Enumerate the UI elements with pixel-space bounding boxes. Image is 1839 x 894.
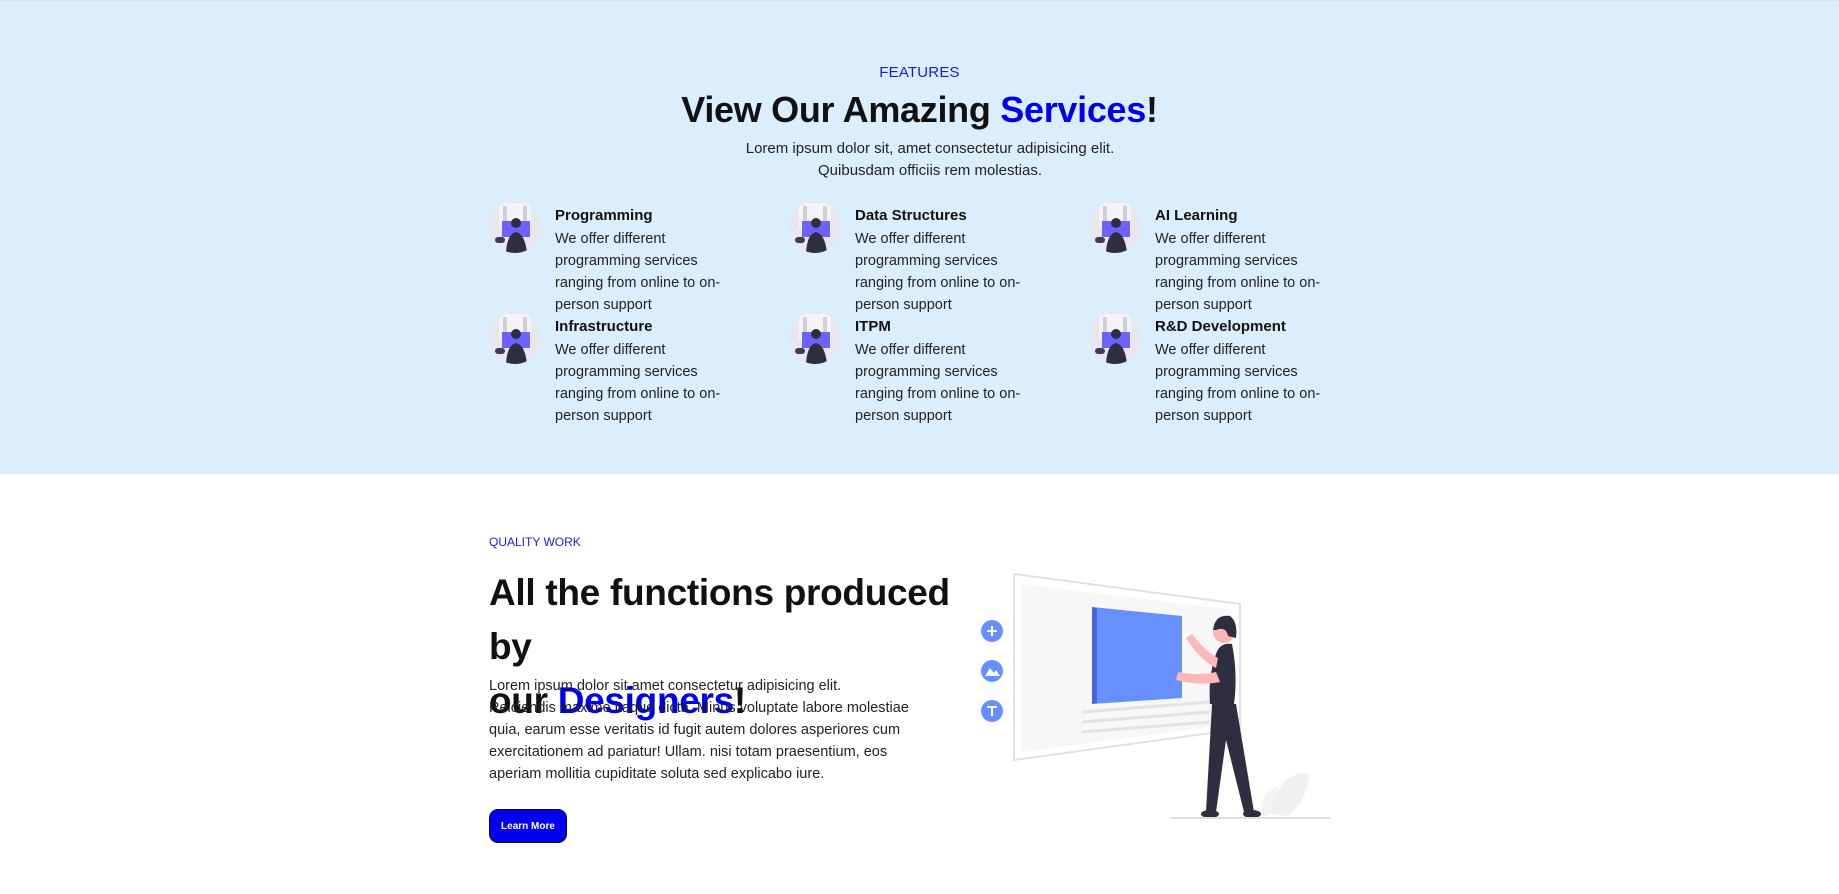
quality-eyebrow: QUALITY WORK [489,535,581,549]
learn-more-button[interactable]: Learn More [489,809,567,843]
features-title-prefix: View Our Amazing [681,89,1001,130]
service-thumbnail-icon [789,312,841,364]
plus-icon [981,620,1003,642]
features-title-accent: Services [1000,89,1146,130]
quality-title-line1: All the functions produced by [489,572,950,667]
features-title: View Our Amazing Services! [0,89,1839,131]
service-description: We offer different programming services … [1155,342,1321,424]
service-thumbnail-icon [789,201,841,253]
service-description: We offer different programming services … [1155,231,1321,313]
service-card-programming: Programming We offer different programmi… [489,201,779,313]
service-title: ITPM [855,318,891,335]
service-card-rnd-development: R&D Development We offer different progr… [1089,312,1379,424]
quality-paragraph-2: Reiciendis maxime itaque dicta. Minus vo… [489,700,909,782]
features-section: FEATURES View Our Amazing Services! Lore… [0,0,1839,474]
service-title: Programming [555,207,653,224]
designer-illustration [970,564,1340,864]
service-description: We offer different programming services … [555,231,721,313]
features-eyebrow: FEATURES [879,64,960,81]
service-thumbnail-icon [489,201,541,253]
features-subtitle-line1: Lorem ipsum dolor sit, amet consectetur … [745,140,1115,157]
service-card-itpm: ITPM We offer different programming serv… [789,312,1079,424]
service-title: Infrastructure [555,318,653,335]
features-subtitle-line2: Quibusdam officiis rem molestias. [818,162,1042,179]
service-card-data-structures: Data Structures We offer different progr… [789,201,1079,313]
service-thumbnail-icon [489,312,541,364]
service-thumbnail-icon [1089,201,1141,253]
features-subtitle: Lorem ipsum dolor sit, amet consectetur … [700,138,1160,182]
service-description: We offer different programming services … [855,231,1021,313]
text-icon [981,700,1003,722]
image-icon [981,660,1003,682]
features-title-suffix: ! [1146,89,1158,130]
service-title: AI Learning [1155,207,1238,224]
quality-section: QUALITY WORK All the functions produced … [0,474,1839,894]
service-card-infrastructure: Infrastructure We offer different progra… [489,312,779,424]
service-title: R&D Development [1155,318,1286,335]
service-title: Data Structures [855,207,967,224]
service-card-ai-learning: AI Learning We offer different programmi… [1089,201,1379,313]
service-thumbnail-icon [1089,312,1141,364]
service-description: We offer different programming services … [855,342,1021,424]
service-description: We offer different programming services … [555,342,721,424]
quality-paragraph-1: Lorem ipsum dolor sit amet consectetur a… [489,678,842,694]
